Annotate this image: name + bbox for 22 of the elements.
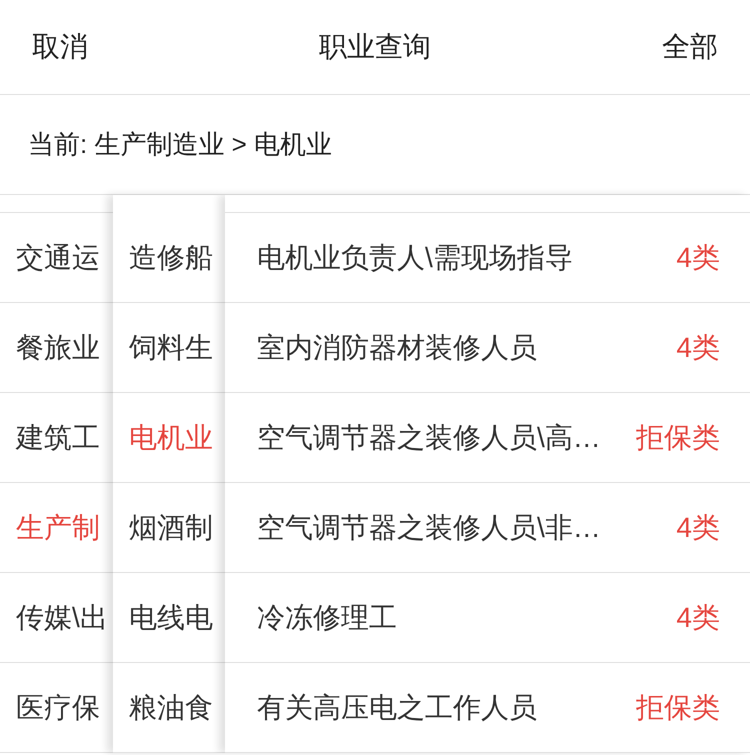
occupation-row[interactable]: 有关高压电之工作人员 拒保类 bbox=[225, 663, 750, 753]
occupation-name: 有关高压电之工作人员 bbox=[257, 690, 537, 724]
occupation-row[interactable]: 空气调节器之装修人员\高… 拒保类 bbox=[225, 393, 750, 483]
occupation-class: 4类 bbox=[676, 600, 720, 634]
all-button[interactable]: 全部 bbox=[662, 26, 718, 68]
occupation-row[interactable]: 冷冻修理工 4类 bbox=[225, 573, 750, 663]
occupation-name: 空气调节器之装修人员\高… bbox=[257, 420, 601, 454]
occupation-class: 拒保类 bbox=[636, 420, 720, 454]
page-title: 职业查询 bbox=[319, 30, 431, 64]
occupation-class: 拒保类 bbox=[636, 690, 720, 724]
occupation-name: 冷冻修理工 bbox=[257, 600, 397, 634]
breadcrumb: 当前: 生产制造业 > 电机业 bbox=[28, 128, 332, 161]
occupation-row[interactable]: 室内消防器材装修人员 4类 bbox=[225, 303, 750, 393]
occupation-name: 空气调节器之装修人员\非… bbox=[257, 510, 601, 544]
occupation-row[interactable]: 空气调节器之装修人员\非… 4类 bbox=[225, 483, 750, 573]
occupation-name: 电机业负责人\需现场指导 bbox=[257, 240, 573, 274]
occupation-row[interactable]: 电机业负责人\需现场指导 4类 bbox=[225, 213, 750, 303]
occupation-class: 4类 bbox=[676, 510, 720, 544]
occupation-name: 室内消防器材装修人员 bbox=[257, 330, 537, 364]
occupation-class: 4类 bbox=[676, 240, 720, 274]
occupation-class: 4类 bbox=[676, 330, 720, 364]
cancel-button[interactable]: 取消 bbox=[32, 26, 88, 68]
